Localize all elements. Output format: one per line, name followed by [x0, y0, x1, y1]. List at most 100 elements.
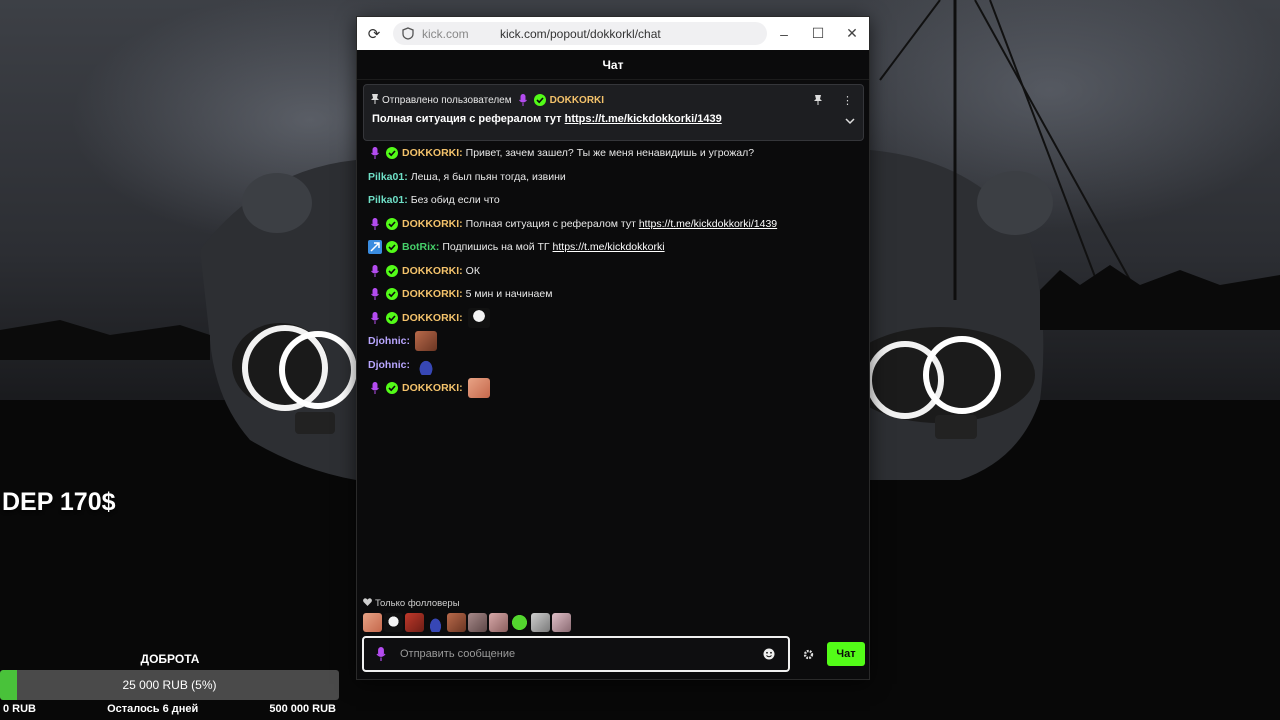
emote-option[interactable] [447, 613, 466, 632]
blue-creature-emote[interactable] [415, 355, 437, 375]
verified-badge-icon [385, 381, 399, 395]
message-username[interactable]: DOKKORKI: [402, 382, 463, 394]
message-username[interactable]: Pilka01: [368, 194, 408, 206]
quick-emote-bar [363, 613, 573, 632]
emote-option[interactable] [489, 613, 508, 632]
chat-message: Pilka01: Леша, я был пьян тогда, извини [368, 167, 566, 187]
pinned-sent-by: Отправлено пользователем [382, 94, 512, 106]
message-username[interactable]: DOKKORKI: [402, 218, 463, 230]
donation-goal-widget: ДОБРОТА 25 000 RUB (5%) 0 RUB Осталось 6… [0, 650, 340, 718]
verified-badge-icon [385, 146, 399, 160]
chat-message: DOKKORKI: [368, 378, 490, 398]
message-username[interactable]: BotRix: [402, 241, 439, 253]
message-text: Привет, зачем зашел? Ты же меня ненавиди… [465, 147, 755, 159]
username-text: DOKKORKI [402, 288, 460, 300]
bot-badge-icon [368, 240, 382, 254]
pinned-link[interactable]: https://t.me/kickdokkorki/1439 [565, 113, 722, 125]
message-username[interactable]: DOKKORKI: [402, 288, 463, 300]
chat-message: Djohnic: [368, 331, 437, 351]
message-link[interactable]: https://t.me/kickdokkorki [553, 241, 665, 253]
username-text: Pilka01 [368, 171, 405, 183]
message-username[interactable]: DOKKORKI: [402, 265, 463, 277]
emote-option[interactable] [363, 613, 382, 632]
emote-option[interactable] [405, 613, 424, 632]
followers-only-notice: Только фолловеры [363, 598, 460, 609]
unpin-icon[interactable] [814, 92, 822, 110]
message-link[interactable]: https://t.me/kickdokkorki/1439 [639, 218, 777, 230]
pinned-actions: ⋮ [814, 92, 853, 110]
message-text: Подпишись на мой ТГ https://t.me/kickdok… [442, 241, 664, 253]
message-text: ОК [465, 265, 480, 277]
microphone-badge-icon [368, 264, 382, 278]
emoji-picker-icon[interactable] [762, 648, 776, 660]
message-text: 5 мин и начинаем [465, 288, 553, 300]
username-text: Djohnic [368, 359, 407, 371]
chat-message: Pilka01: Без обид если что [368, 190, 500, 210]
url-domain: kick.com [422, 26, 469, 41]
chat-message: DOKKORKI: ОК [368, 261, 480, 281]
chevron-down-icon[interactable] [845, 117, 855, 128]
pinned-message[interactable]: Отправлено пользователем DOKKORKI ⋮ Полн… [363, 84, 864, 141]
message-text: Полная ситуация с рефералом тут https://… [466, 218, 777, 230]
goal-min: 0 RUB [3, 703, 37, 715]
chat-message-input[interactable] [400, 648, 762, 660]
message-username[interactable]: DOKKORKI: [402, 147, 463, 159]
microphone-badge-icon [368, 146, 382, 160]
goal-max: 500 000 RUB [269, 703, 336, 715]
message-text: Леша, я был пьян тогда, извини [410, 171, 566, 183]
pinned-meta: Отправлено пользователем DOKKORKI [371, 93, 604, 107]
username-text: DOKKORKI [402, 218, 460, 230]
emote-option[interactable] [531, 613, 550, 632]
message-text-content: Полная ситуация с рефералом тут [465, 218, 636, 230]
pinned-message-text: Полная ситуация с рефералом тут [372, 113, 562, 125]
username-text: DOKKORKI [402, 312, 460, 324]
send-chat-button[interactable]: Чат [827, 642, 865, 666]
emote-option[interactable] [510, 613, 529, 632]
emote-option[interactable] [552, 613, 571, 632]
microphone-badge-icon [368, 287, 382, 301]
username-text: Djohnic [368, 335, 407, 347]
microphone-badge-icon [516, 93, 530, 107]
verified-badge-icon [385, 240, 399, 254]
reload-icon[interactable]: ⟳ [357, 25, 391, 43]
pinned-username[interactable]: DOKKORKI [550, 95, 604, 106]
close-icon[interactable]: ✕ [835, 25, 869, 42]
goal-remaining: Осталось 6 дней [107, 703, 199, 715]
pinned-text: Полная ситуация с рефералом тут https://… [372, 113, 722, 125]
message-username[interactable]: Djohnic: [368, 335, 410, 347]
chat-input-box [362, 636, 790, 672]
chat-popup-window: ⟳ kick.com kick.com/popout/dokkorkl/chat… [356, 16, 870, 680]
username-text: DOKKORKI [402, 382, 460, 394]
maximize-icon[interactable]: ☐ [801, 25, 835, 42]
window-controls: – ☐ ✕ [767, 17, 869, 50]
gear-icon[interactable] [801, 647, 815, 661]
chat-message: DOKKORKI: Привет, зачем зашел? Ты же мен… [368, 143, 754, 163]
verified-badge-icon [533, 93, 547, 107]
address-bar[interactable]: kick.com kick.com/popout/dokkorkl/chat [393, 22, 767, 45]
face-emote[interactable] [467, 378, 490, 398]
verified-badge-icon [385, 217, 399, 231]
message-username[interactable]: DOKKORKI: [402, 312, 463, 324]
browser-titlebar: ⟳ kick.com kick.com/popout/dokkorkl/chat… [357, 17, 869, 50]
more-options-icon[interactable]: ⋮ [842, 96, 853, 107]
verified-badge-icon [385, 264, 399, 278]
deposit-label: DEP 170$ [2, 488, 116, 516]
emote-option[interactable] [468, 613, 487, 632]
microphone-badge-icon [368, 381, 382, 395]
message-username[interactable]: Djohnic: [368, 359, 410, 371]
chat-header: Чат [357, 50, 869, 80]
shield-icon[interactable] [401, 27, 415, 41]
url-text[interactable]: kick.com/popout/dokkorkl/chat [500, 27, 661, 41]
microphone-icon [376, 647, 390, 661]
emote-option[interactable] [426, 613, 445, 632]
followers-only-label: Только фолловеры [375, 598, 460, 609]
verified-badge-icon [385, 287, 399, 301]
message-username[interactable]: Pilka01: [368, 171, 408, 183]
chat-message: DOKKORKI: 5 мин и начинаем [368, 284, 552, 304]
minimize-icon[interactable]: – [767, 26, 801, 42]
goal-footer: 0 RUB Осталось 6 дней 500 000 RUB [0, 700, 339, 718]
face-emote[interactable] [415, 331, 437, 351]
chat-message: DOKKORKI: Полная ситуация с рефералом ту… [368, 214, 777, 234]
goose-emote[interactable] [467, 308, 490, 328]
emote-option[interactable] [384, 613, 403, 632]
